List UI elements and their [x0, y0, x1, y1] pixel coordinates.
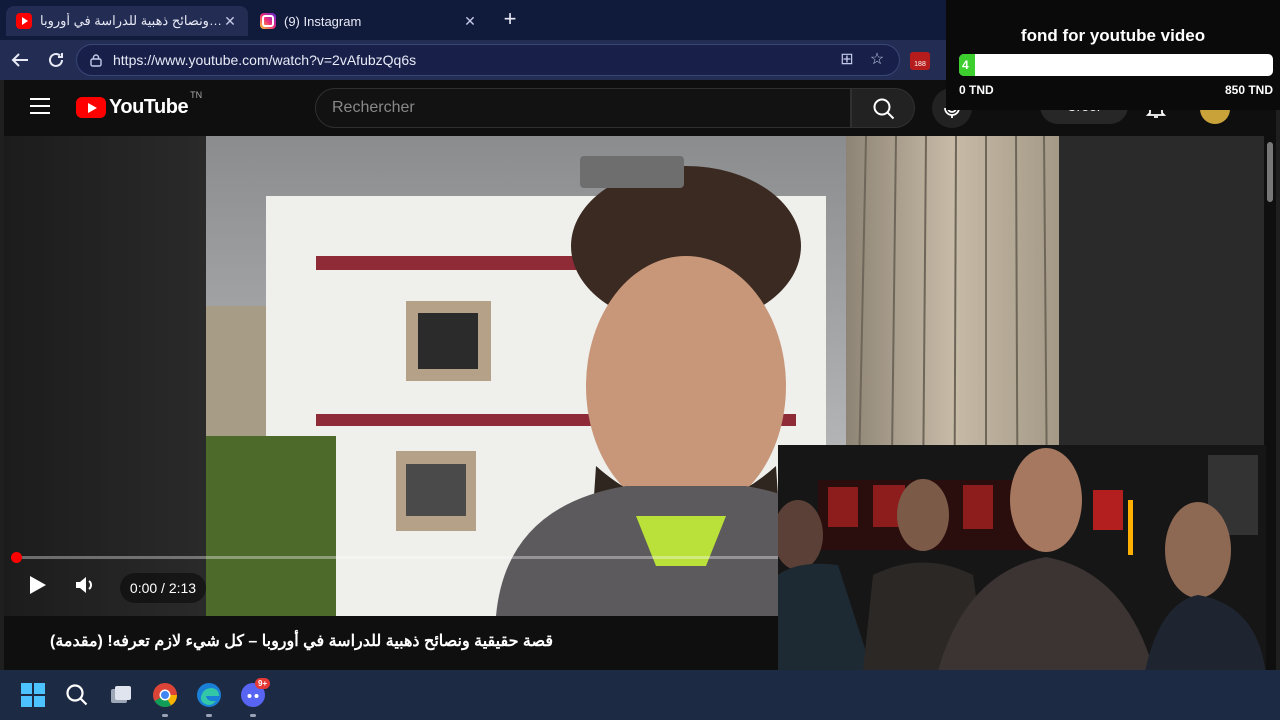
search-button[interactable] — [851, 88, 915, 128]
url-text: https://www.youtube.com/watch?v=2vAfubzQ… — [113, 52, 417, 68]
play-icon — [30, 576, 46, 594]
site-info-icon[interactable] — [89, 53, 103, 67]
discord-notification-badge: 9+ — [255, 678, 271, 689]
tab-youtube[interactable]: قصة حقيقية ونصائح ذهبية للدراسة في أوروب… — [6, 6, 248, 36]
scrollbar-thumb[interactable] — [1267, 142, 1273, 202]
bookmark-star-icon[interactable]: ☆ — [867, 50, 887, 70]
running-indicator — [206, 714, 212, 717]
discord-icon[interactable]: 9+ — [240, 678, 271, 708]
reload-icon[interactable] — [44, 48, 68, 72]
extension-icon[interactable]: 188 — [910, 52, 930, 70]
menu-icon[interactable] — [30, 98, 50, 114]
task-view-icon[interactable] — [108, 682, 134, 708]
player-backdrop-right — [1059, 136, 1264, 446]
install-app-icon[interactable]: ⊞ — [837, 50, 857, 70]
youtube-logo[interactable]: YouTube TN — [76, 90, 202, 119]
chrome-icon[interactable] — [152, 682, 178, 708]
donation-min-label: 0 TND — [959, 83, 994, 97]
tab-instagram[interactable]: (9) Instagram ✕ — [250, 6, 488, 36]
donation-current: 4 — [962, 58, 969, 72]
donation-goal-widget: fond for youtube video 4 0 TND 850 TND — [946, 0, 1280, 110]
edge-icon[interactable] — [196, 682, 222, 708]
search-icon[interactable] — [64, 682, 90, 708]
windows-taskbar: 9+ — [0, 670, 1280, 720]
instagram-favicon-icon — [260, 13, 276, 29]
running-indicator — [250, 714, 256, 717]
back-arrow-icon[interactable] — [8, 48, 32, 72]
close-tab-icon[interactable]: ✕ — [222, 13, 238, 30]
search-input[interactable]: Rechercher — [315, 88, 851, 128]
tab-title: (9) Instagram — [284, 13, 362, 29]
donation-progress-bar: 4 — [959, 54, 1273, 76]
youtube-play-logo-icon — [76, 97, 106, 118]
play-button[interactable] — [26, 574, 48, 601]
donation-progress-fill: 4 — [959, 54, 975, 76]
volume-icon — [76, 577, 92, 593]
mute-button[interactable] — [74, 574, 98, 601]
running-indicator — [162, 714, 168, 717]
youtube-wordmark: YouTube — [109, 96, 189, 118]
new-tab-icon[interactable]: + — [498, 8, 522, 32]
address-bar[interactable]: https://www.youtube.com/watch?v=2vAfubzQ… — [76, 44, 900, 76]
country-code: TN — [190, 90, 203, 100]
search-icon — [873, 98, 895, 120]
tab-title: قصة حقيقية ونصائح ذهبية للدراسة في أوروب… — [40, 13, 222, 28]
close-tab-icon[interactable]: ✕ — [462, 13, 478, 30]
windows-start-icon[interactable] — [20, 682, 46, 708]
video-title: قصة حقيقية ونصائح ذهبية للدراسة في أوروب… — [50, 633, 554, 650]
youtube-favicon-icon — [16, 13, 32, 29]
scrubber-handle[interactable] — [11, 552, 22, 563]
time-display: 0:00 / 2:13 — [120, 573, 206, 603]
donation-title: fond for youtube video — [1020, 26, 1206, 45]
player-backdrop-left — [4, 136, 206, 616]
donation-max-label: 850 TND — [1224, 83, 1273, 97]
